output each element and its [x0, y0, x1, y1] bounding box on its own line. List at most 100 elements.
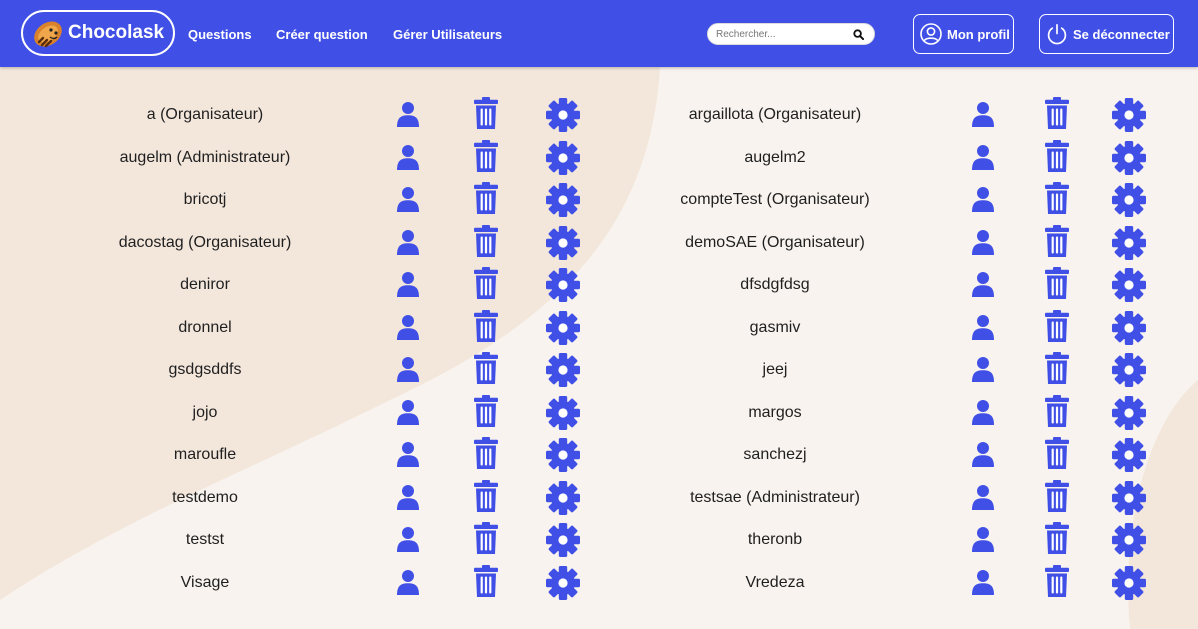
edit-user-button[interactable] — [1112, 480, 1146, 520]
user-icon — [972, 229, 994, 255]
gear-icon — [1112, 395, 1146, 430]
delete-user-button[interactable] — [1045, 352, 1069, 389]
user-row: compteTest (Organisateur) — [0, 180, 1198, 220]
view-profile-button[interactable] — [972, 314, 994, 345]
user-icon — [972, 272, 994, 297]
edit-user-button[interactable] — [1112, 395, 1146, 435]
brand-home-link[interactable]: Chocolask — [21, 10, 175, 56]
profile-label: Mon profil — [947, 26, 1010, 42]
user-row: jeej — [0, 350, 1198, 390]
delete-user-button[interactable] — [1045, 224, 1069, 262]
edit-user-button[interactable] — [1112, 438, 1146, 477]
user-row: sanchezj — [0, 435, 1198, 475]
trash-icon — [1045, 564, 1069, 597]
chocolatine-icon — [34, 21, 62, 48]
user-row: gasmiv — [0, 308, 1198, 348]
gear-icon — [1112, 353, 1146, 387]
user-icon — [972, 399, 994, 425]
delete-user-button[interactable] — [1045, 479, 1069, 517]
user-name: dfsdgfdsg — [740, 276, 810, 293]
delete-user-button[interactable] — [1045, 182, 1069, 219]
trash-icon — [1045, 182, 1069, 214]
user-icon — [972, 102, 994, 127]
user-row: margos — [0, 393, 1198, 433]
view-profile-button[interactable] — [972, 144, 994, 175]
delete-user-button[interactable] — [1045, 139, 1069, 177]
gear-icon — [1112, 225, 1146, 260]
user-name: demoSAE (Organisateur) — [685, 233, 865, 251]
nav-link-questions[interactable]: Questions — [188, 27, 252, 42]
user-icon — [972, 357, 994, 382]
delete-user-button[interactable] — [1045, 437, 1069, 474]
delete-user-button[interactable] — [1045, 564, 1069, 602]
user-icon — [972, 144, 994, 170]
view-profile-button[interactable] — [972, 101, 994, 132]
view-profile-button[interactable] — [972, 484, 994, 515]
edit-user-button[interactable] — [1112, 565, 1146, 605]
profile-button[interactable]: Mon profil — [913, 14, 1014, 54]
trash-icon — [1045, 139, 1069, 172]
edit-user-button[interactable] — [1112, 183, 1146, 222]
delete-user-button[interactable] — [1045, 309, 1069, 347]
view-profile-button[interactable] — [972, 356, 994, 387]
user-row: theronb — [0, 520, 1198, 560]
gear-icon — [1112, 438, 1146, 472]
user-name: jeej — [762, 361, 788, 378]
edit-user-button[interactable] — [1112, 225, 1146, 265]
trash-icon — [1045, 437, 1069, 469]
user-name: gasmiv — [749, 318, 801, 336]
user-row: dfsdgfdsg — [0, 265, 1198, 305]
brand-name: Chocolask — [68, 22, 165, 43]
edit-user-button[interactable] — [1112, 98, 1146, 137]
user-icon — [972, 442, 994, 467]
delete-user-button[interactable] — [1045, 267, 1069, 304]
edit-user-button[interactable] — [1112, 353, 1146, 392]
view-profile-button[interactable] — [972, 229, 994, 260]
logout-button[interactable]: Se déconnecter — [1039, 14, 1174, 54]
power-icon — [1047, 23, 1067, 45]
trash-icon — [1045, 394, 1069, 427]
user-icon — [972, 187, 994, 212]
gear-icon — [1112, 565, 1146, 600]
view-profile-button[interactable] — [972, 569, 994, 600]
user-circle-icon — [920, 23, 942, 45]
delete-user-button[interactable] — [1045, 522, 1069, 559]
gear-icon — [1112, 268, 1146, 302]
search-box — [707, 23, 875, 45]
delete-user-button[interactable] — [1045, 394, 1069, 432]
trash-icon — [1045, 97, 1069, 129]
user-row: argaillota (Organisateur) — [0, 95, 1198, 135]
edit-user-button[interactable] — [1112, 268, 1146, 307]
user-icon — [972, 484, 994, 510]
trash-icon — [1045, 224, 1069, 257]
edit-user-button[interactable] — [1112, 523, 1146, 562]
gear-icon — [1112, 480, 1146, 515]
trash-icon — [1045, 352, 1069, 384]
search-input[interactable] — [716, 26, 851, 42]
edit-user-button[interactable] — [1112, 140, 1146, 180]
user-name: margos — [748, 403, 802, 421]
logout-label: Se déconnecter — [1073, 26, 1170, 42]
user-icon — [972, 527, 994, 552]
view-profile-button[interactable] — [972, 399, 994, 430]
view-profile-button[interactable] — [972, 526, 994, 557]
user-icon — [972, 569, 994, 595]
trash-icon — [1045, 309, 1069, 342]
user-name: theronb — [747, 531, 803, 548]
nav-link-create-question[interactable]: Créer question — [276, 27, 368, 42]
edit-user-button[interactable] — [1112, 310, 1146, 350]
delete-user-button[interactable] — [1045, 97, 1069, 134]
search-icon[interactable] — [853, 29, 864, 40]
user-name: argaillota (Organisateur) — [688, 106, 862, 123]
user-row: testsae (Administrateur) — [0, 478, 1198, 518]
user-row: Vredeza — [0, 563, 1198, 603]
nav-link-manage-users[interactable]: Gérer Utilisateurs — [393, 27, 502, 42]
gear-icon — [1112, 98, 1146, 132]
gear-icon — [1112, 310, 1146, 345]
view-profile-button[interactable] — [972, 271, 994, 302]
view-profile-button[interactable] — [972, 441, 994, 472]
trash-icon — [1045, 479, 1069, 512]
user-name: Vredeza — [745, 573, 805, 591]
view-profile-button[interactable] — [972, 186, 994, 217]
user-name: testsae (Administrateur) — [690, 488, 860, 506]
